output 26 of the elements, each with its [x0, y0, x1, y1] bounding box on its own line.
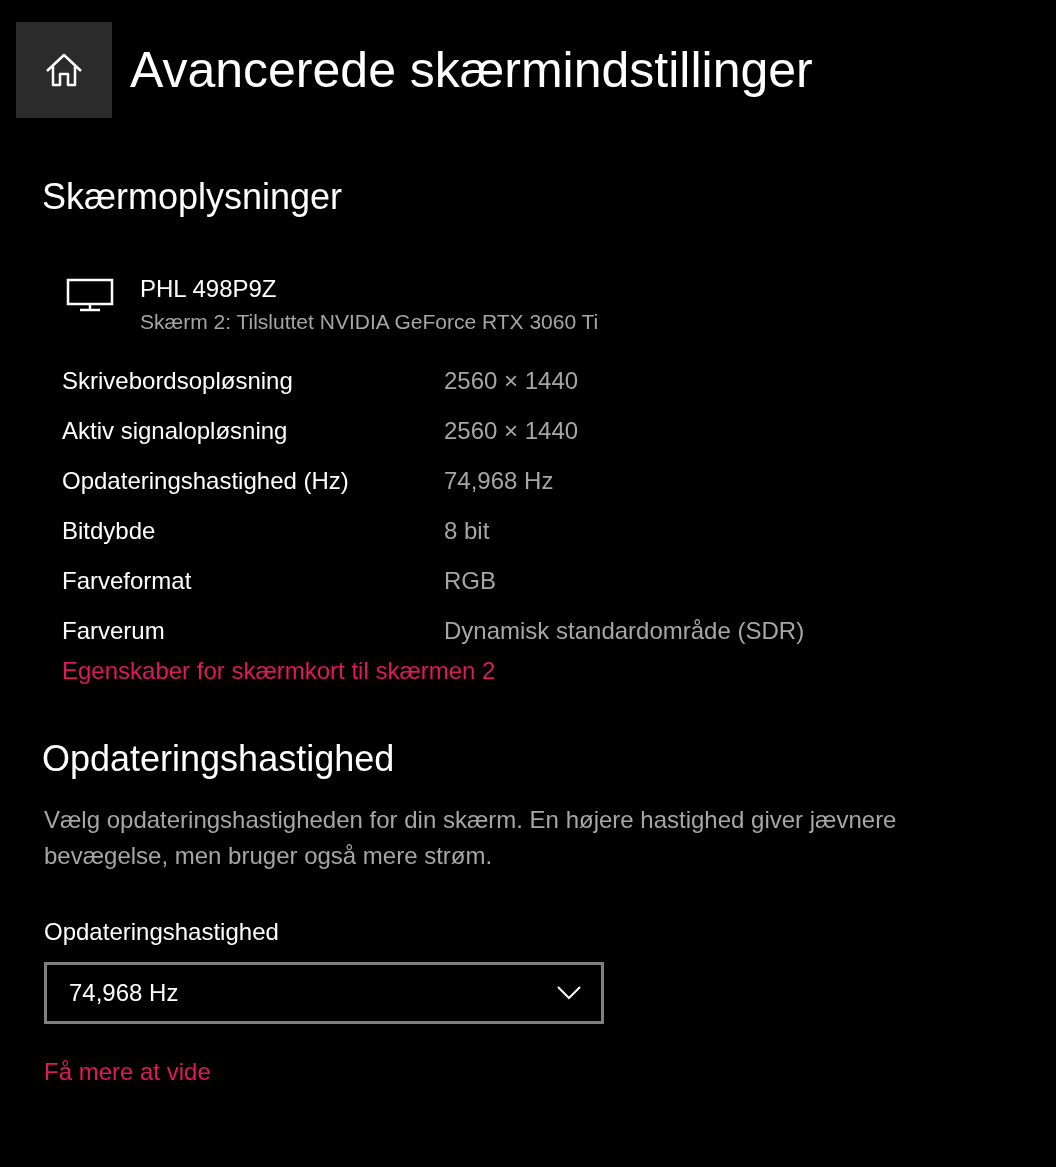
section-heading: Skærmoplysninger — [42, 176, 344, 218]
info-label: Bitdybde — [62, 516, 157, 546]
adapter-properties-link[interactable]: Egenskaber for skærmkort til skærmen 2 — [62, 656, 496, 686]
info-value: 74,968 Hz — [444, 466, 555, 496]
chevron-down-icon — [557, 986, 581, 1000]
page-title: Avancerede skærmindstillinger — [130, 41, 813, 99]
description-text: Vælg opdateringshastigheden for din skærm. En højere hastighed giver jævnere bevægelse, men bruger også mere strøm. — [44, 805, 898, 871]
home-icon — [44, 52, 84, 88]
section-heading: Opdateringshastighed — [42, 738, 396, 780]
info-label: Opdateringshastighed (Hz) — [62, 466, 350, 496]
info-label: Farverum — [62, 616, 166, 646]
info-value: RGB — [444, 566, 497, 596]
monitor-icon — [66, 278, 114, 312]
monitor-subtitle: Skærm 2: Tilsluttet NVIDIA GeForce RTX 3060 Ti — [140, 310, 599, 334]
info-label: Aktiv signalopløsning — [62, 416, 289, 446]
info-label: Skrivebordsopløsning — [62, 366, 294, 396]
monitor-name: PHL 498P9Z — [140, 274, 278, 304]
home-button[interactable] — [16, 22, 112, 118]
refresh-rate-dropdown[interactable]: 74,968 Hz — [44, 962, 604, 1024]
info-value: Dynamisk standardområde (SDR) — [444, 616, 806, 646]
info-value: 2560 × 1440 — [444, 416, 580, 446]
info-value: 8 bit — [444, 516, 491, 546]
info-value: 2560 × 1440 — [444, 366, 580, 396]
info-label: Farveformat — [62, 566, 193, 596]
dropdown-label: Opdateringshastighed — [44, 918, 280, 946]
learn-more-link[interactable]: Få mere at vide — [44, 1058, 211, 1086]
